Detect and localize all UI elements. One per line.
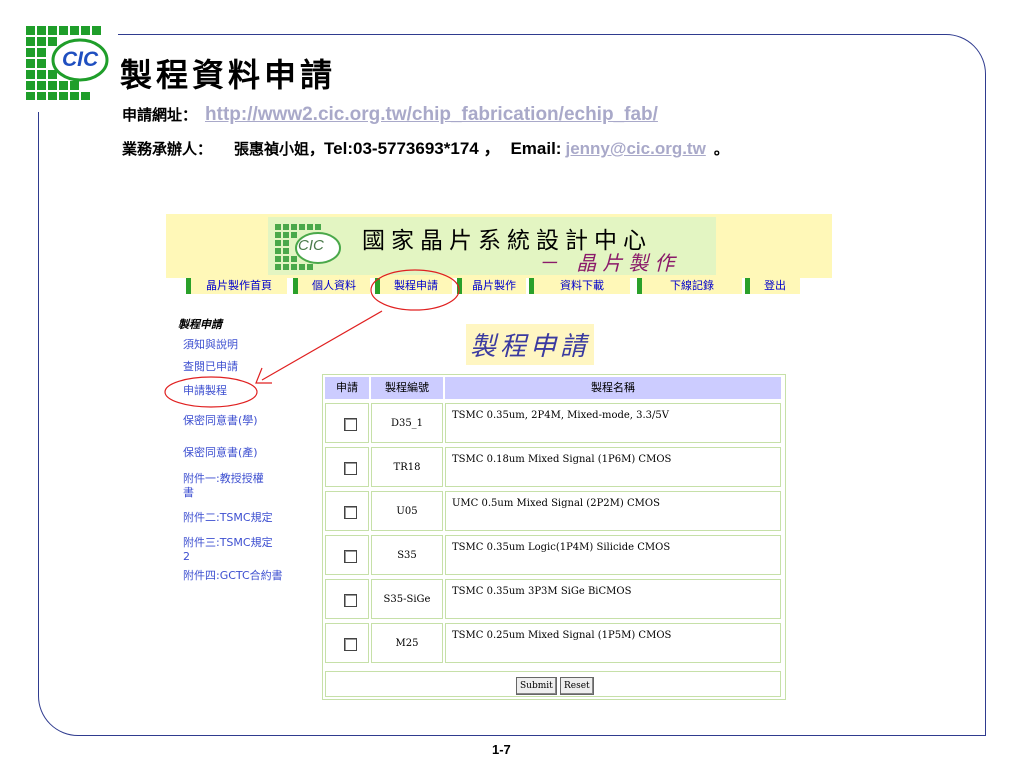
sidebar-item-nda-industry[interactable]: 保密同意書(產)	[183, 446, 293, 460]
nav-item-profile[interactable]: 個人資料	[293, 278, 370, 294]
sidebar-item-attachment-1[interactable]: 附件一:教授授權書	[183, 472, 271, 500]
col-header-name: 製程名稱	[445, 377, 781, 399]
apply-checkbox[interactable]	[344, 506, 357, 519]
nav-item-logout[interactable]: 登出	[745, 278, 800, 294]
sidebar-item-instructions[interactable]: 須知與說明	[183, 338, 293, 352]
apply-checkbox[interactable]	[344, 550, 357, 563]
process-name: TSMC 0.35um 3P3M SiGe BiCMOS	[445, 579, 781, 619]
apply-checkbox[interactable]	[344, 594, 357, 607]
apply-checkbox[interactable]	[344, 638, 357, 651]
process-table: 申請 製程編號 製程名稱 D35_1 TSMC 0.35um, 2P4M, Mi…	[322, 374, 786, 700]
process-code: TR18	[371, 447, 443, 487]
process-name: TSMC 0.35um, 2P4M, Mixed-mode, 3.3/5V	[445, 403, 781, 443]
process-code: S35-SiGe	[371, 579, 443, 619]
table-row-checkbox-cell	[325, 535, 369, 575]
process-name: TSMC 0.18um Mixed Signal (1P6M) CMOS	[445, 447, 781, 487]
site-nav-bar: 晶片製作首頁 個人資料 製程申請 晶片製作 資料下載 下線記錄 登出	[186, 278, 806, 296]
process-name: TSMC 0.35um Logic(1P4M) Silicide CMOS	[445, 535, 781, 575]
nav-item-home[interactable]: 晶片製作首頁	[186, 278, 287, 294]
logo-text: CIC	[62, 48, 99, 71]
col-header-code: 製程編號	[371, 377, 443, 399]
process-code: D35_1	[371, 403, 443, 443]
banner-subtitle: － 晶片製作	[538, 251, 681, 275]
sidebar-item-attachment-2[interactable]: 附件二:TSMC規定	[183, 511, 293, 525]
contact-name: 張惠禎小姐，	[234, 140, 325, 158]
process-name: TSMC 0.25um Mixed Signal (1P5M) CMOS	[445, 623, 781, 663]
nav-item-process-apply[interactable]: 製程申請	[375, 278, 452, 294]
sidebar-heading: 製程申請	[178, 318, 222, 331]
sidebar-item-nda-academic[interactable]: 保密同意書(學)	[183, 414, 293, 428]
process-code: M25	[371, 623, 443, 663]
submit-button[interactable]: Submit	[516, 677, 557, 695]
sidebar-item-apply-process[interactable]: 申請製程	[183, 384, 293, 398]
web-screenshot: CIC 國家晶片系統設計中心 － 晶片製作 晶片製作首頁 個人資料 製程申請 晶…	[166, 214, 832, 704]
slide-title: 製程資料申請	[120, 56, 337, 94]
banner-logo-text: CIC	[298, 237, 324, 254]
process-name: UMC 0.5um Mixed Signal (2P2M) CMOS	[445, 491, 781, 531]
apply-url-link[interactable]: http://www2.cic.org.tw/chip_fabrication/…	[205, 104, 658, 125]
sidebar-item-attachment-3[interactable]: 附件三:TSMC規定2	[183, 536, 279, 564]
nav-item-tapeout-record[interactable]: 下線記錄	[637, 278, 742, 294]
reset-button[interactable]: Reset	[560, 677, 594, 695]
contact-tel: Tel:03-5773693*174 ，	[324, 139, 501, 158]
apply-url-line: 申請網址： http://www2.cic.org.tw/chip_fabrica…	[122, 104, 658, 126]
table-row-checkbox-cell	[325, 579, 369, 619]
form-button-row: Submit Reset	[325, 671, 781, 697]
page-number: 1-7	[492, 742, 511, 757]
site-banner-panel: CIC 國家晶片系統設計中心 － 晶片製作	[268, 217, 716, 275]
nav-item-chip-fab[interactable]: 晶片製作	[457, 278, 526, 294]
contact-end: 。	[713, 140, 729, 158]
sidebar-item-attachment-4[interactable]: 附件四:GCTC合約書	[183, 569, 287, 583]
contact-email-label: Email:	[510, 139, 562, 158]
table-row-checkbox-cell	[325, 447, 369, 487]
table-row-checkbox-cell	[325, 491, 369, 531]
col-header-apply: 申請	[325, 377, 369, 399]
apply-url-label: 申請網址：	[122, 106, 198, 124]
apply-checkbox[interactable]	[344, 462, 357, 475]
contact-label: 業務承辦人：	[122, 140, 213, 158]
site-page-title: 製程申請	[466, 324, 595, 365]
table-row-checkbox-cell	[325, 403, 369, 443]
contact-line: 業務承辦人： 張惠禎小姐，Tel:03-5773693*174 ， Email: je…	[122, 134, 729, 159]
apply-checkbox[interactable]	[344, 418, 357, 431]
contact-email-link[interactable]: jenny@cic.org.tw	[565, 139, 705, 158]
process-code: U05	[371, 491, 443, 531]
site-banner: CIC 國家晶片系統設計中心 － 晶片製作	[166, 214, 832, 278]
nav-item-download[interactable]: 資料下載	[529, 278, 630, 294]
sidebar-item-view-applied[interactable]: 查閱已申請	[183, 360, 293, 374]
table-row-checkbox-cell	[325, 623, 369, 663]
process-code: S35	[371, 535, 443, 575]
